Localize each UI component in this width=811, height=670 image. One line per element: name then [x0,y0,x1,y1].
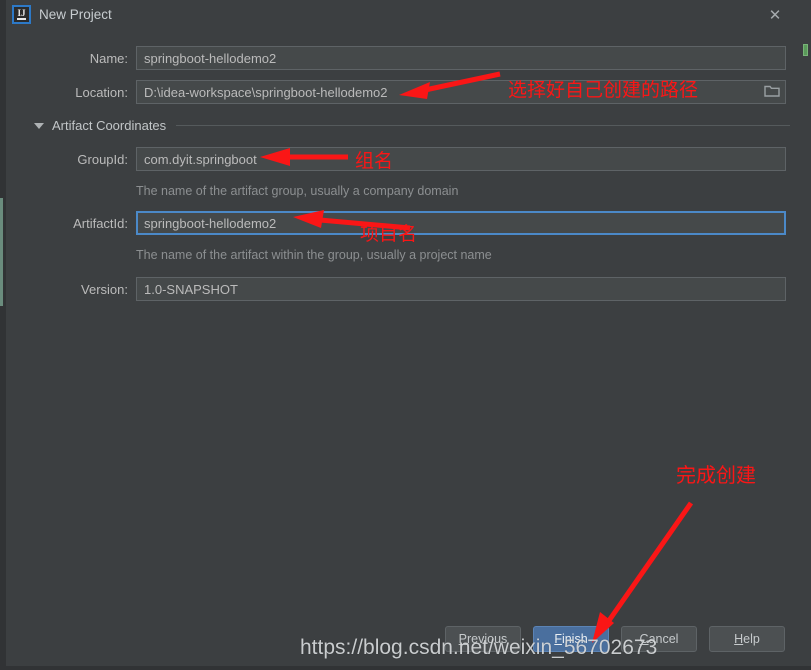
location-label: Location: [75,84,128,100]
dialog-title: New Project [39,7,112,22]
location-row: Location: [6,80,786,104]
groupid-label: GroupId: [77,151,128,167]
groupid-input[interactable] [136,147,786,171]
watermark-text: https://blog.csdn.net/weixin_56702673 [300,636,658,659]
ide-right-scrollbar-gutter[interactable] [797,0,811,670]
location-input[interactable] [136,80,786,104]
location-input-wrap [136,80,786,104]
groupid-row: GroupId: [6,147,786,171]
name-label: Name: [89,50,128,66]
help-button-label: elp [743,632,760,646]
intellij-logo-text: IJ [17,8,26,20]
groupid-hint: The name of the artifact group, usually … [136,184,459,198]
artifactid-label: ArtifactId: [73,215,128,231]
version-row: Version: [6,277,786,301]
name-input[interactable] [136,46,786,70]
ide-left-change-marker [0,198,3,306]
artifactid-row: ArtifactId: [6,211,786,235]
screen-root: IJ New Project ✕ Name: Location: Artifac… [0,0,811,670]
version-input[interactable] [136,277,786,301]
close-icon[interactable]: ✕ [767,7,783,23]
folder-icon[interactable] [764,84,780,98]
chevron-down-icon [34,122,44,129]
artifactid-input[interactable] [136,211,786,235]
artifact-coordinates-title: Artifact Coordinates [52,118,167,133]
intellij-logo-icon: IJ [12,5,31,24]
help-button-mnemonic: H [734,632,744,646]
version-label: Version: [81,281,128,297]
ide-right-change-marker [803,44,808,56]
artifact-coordinates-section-header[interactable]: Artifact Coordinates [34,118,790,133]
name-row: Name: [6,46,786,70]
section-divider [176,125,790,126]
ide-bottom-strip [0,666,811,670]
dialog-titlebar: IJ New Project ✕ [6,0,799,30]
help-button[interactable]: Help [709,626,785,652]
artifactid-hint: The name of the artifact within the grou… [136,248,492,262]
new-project-dialog: IJ New Project ✕ Name: Location: Artifac… [6,0,799,666]
